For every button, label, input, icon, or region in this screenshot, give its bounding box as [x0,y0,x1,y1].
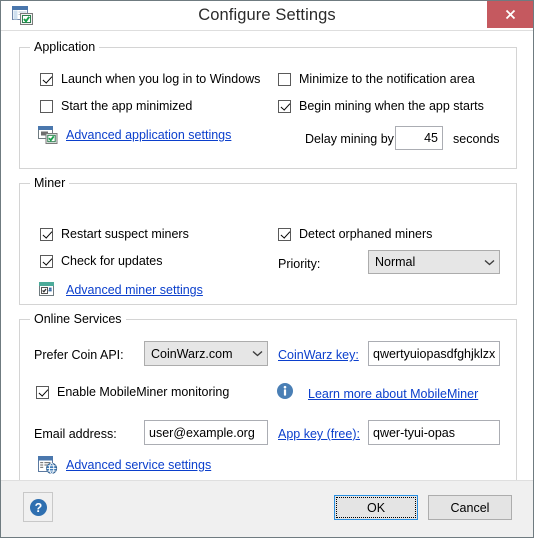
dialog-footer: ? OK Cancel [1,480,533,537]
svg-text:?: ? [34,501,42,515]
miner-settings-icon [38,281,58,299]
link-advanced-miner-settings-label[interactable]: Advanced miner settings [66,283,203,297]
label-delay-mining-seconds: seconds [453,132,500,146]
checkbox-detect-orphaned-miners[interactable]: Detect orphaned miners [278,227,432,241]
group-application-title: Application [30,40,100,54]
checkbox-restart-suspect-miners-box[interactable] [40,227,53,241]
link-learn-more-mobileminer[interactable]: Learn more about MobileMiner [308,387,478,401]
dropdown-prefer-coin-api[interactable]: CoinWarz.com [144,341,268,366]
cancel-button[interactable]: Cancel [428,495,512,520]
checkbox-detect-orphaned-miners-label: Detect orphaned miners [299,227,433,241]
link-advanced-application-settings-label[interactable]: Advanced application settings [66,128,231,142]
label-prefer-coin-api: Prefer Coin API: [34,348,124,362]
link-advanced-service-settings[interactable]: Advanced service settings [38,456,211,474]
checkbox-start-minimized[interactable]: Start the app minimized [40,99,192,113]
label-delay-mining: Delay mining by [305,132,394,146]
checkbox-begin-mining-on-start-label: Begin mining when the app starts [299,99,484,113]
checkbox-check-for-updates-box[interactable] [40,254,53,268]
chevron-down-icon [484,259,495,266]
group-application: Application Launch when you log in to Wi… [19,40,517,169]
info-icon [276,382,294,400]
window-settings-icon [12,5,34,26]
input-coinwarz-key[interactable]: qwertyuiopasdfghjklzx [368,341,500,366]
checkbox-restart-suspect-miners-label: Restart suspect miners [61,227,189,241]
checkbox-check-for-updates-label: Check for updates [61,254,163,268]
input-app-key[interactable]: qwer-tyui-opas [368,420,500,445]
link-app-key[interactable]: App key (free): [278,427,360,441]
checkbox-start-minimized-box[interactable] [40,99,53,113]
dropdown-prefer-coin-api-value: CoinWarz.com [151,346,233,361]
title-bar: Configure Settings [1,1,533,30]
input-email-address-value: user@example.org [149,425,255,440]
help-button[interactable]: ? [23,492,53,522]
group-online-services-title: Online Services [30,312,126,326]
input-delay-mining-value: 45 [424,131,438,145]
checkbox-enable-mobileminer-label: Enable MobileMiner monitoring [57,385,230,399]
checkbox-launch-on-login[interactable]: Launch when you log in to Windows [40,72,260,86]
group-miner: Miner Restart suspect miners Check for u… [19,176,517,305]
checkbox-minimize-to-tray[interactable]: Minimize to the notification area [278,72,475,86]
checkbox-launch-on-login-box[interactable] [40,72,53,86]
configure-settings-dialog: Configure Settings Application Launch wh… [0,0,534,538]
checkbox-minimize-to-tray-box[interactable] [278,72,291,86]
window-settings-icon [38,126,58,144]
label-priority: Priority: [278,257,321,271]
checkbox-check-for-updates[interactable]: Check for updates [40,254,162,268]
dialog-body: Application Launch when you log in to Wi… [1,30,533,482]
window-title: Configure Settings [198,5,336,24]
input-delay-mining[interactable]: 45 [395,126,443,150]
close-icon [505,9,515,20]
input-email-address[interactable]: user@example.org [144,420,268,445]
label-email-address: Email address: [34,427,117,441]
checkbox-restart-suspect-miners[interactable]: Restart suspect miners [40,227,189,241]
dropdown-priority-value: Normal [375,255,416,269]
chevron-down-icon [252,350,263,357]
checkbox-enable-mobileminer-box[interactable] [36,385,49,399]
input-coinwarz-key-value: qwertyuiopasdfghjklzx [373,346,496,361]
close-button[interactable] [487,1,533,28]
ok-button[interactable]: OK [334,495,418,520]
checkbox-minimize-to-tray-label: Minimize to the notification area [299,72,475,86]
service-settings-icon [38,456,58,474]
checkbox-detect-orphaned-miners-box[interactable] [278,227,291,241]
checkbox-enable-mobileminer[interactable]: Enable MobileMiner monitoring [36,385,229,399]
dropdown-priority[interactable]: Normal [368,250,500,274]
link-advanced-miner-settings[interactable]: Advanced miner settings [38,281,203,299]
group-online-services: Online Services Prefer Coin API: CoinWar… [19,312,517,482]
checkbox-launch-on-login-label: Launch when you log in to Windows [61,72,261,86]
group-miner-title: Miner [30,176,70,190]
input-app-key-value: qwer-tyui-opas [373,425,455,440]
checkbox-start-minimized-label: Start the app minimized [61,99,193,113]
link-coinwarz-key[interactable]: CoinWarz key: [278,348,359,362]
link-advanced-application-settings[interactable]: Advanced application settings [38,126,231,144]
checkbox-begin-mining-on-start-box[interactable] [278,99,291,113]
checkbox-begin-mining-on-start[interactable]: Begin mining when the app starts [278,99,484,113]
link-advanced-service-settings-label[interactable]: Advanced service settings [66,458,211,472]
help-icon: ? [29,498,47,516]
